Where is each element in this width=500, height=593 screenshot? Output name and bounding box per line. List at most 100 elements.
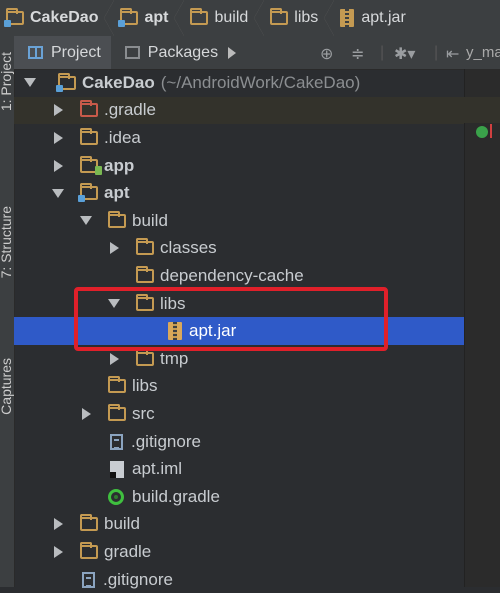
tree-label: apt.iml [132, 459, 183, 479]
tree-row[interactable]: apt [14, 179, 464, 207]
tree-row[interactable]: dependency-cache [14, 262, 464, 290]
breadcrumb-item-build[interactable]: build [184, 0, 265, 36]
project-view-icon [28, 46, 43, 59]
breadcrumb-label: apt.jar [361, 9, 406, 26]
expanded-arrow-icon[interactable] [80, 216, 92, 226]
tree-row[interactable]: build.gradle [14, 483, 464, 511]
tree-label: tmp [160, 348, 189, 368]
tree-label: libs [132, 376, 158, 396]
chevron-right-icon [324, 0, 335, 36]
breadcrumb-item-apt[interactable]: apt [114, 0, 185, 36]
gradle-file-icon [108, 488, 124, 505]
expanded-arrow-icon[interactable] [52, 188, 64, 198]
tree-label: .gradle [104, 100, 156, 120]
module-folder-icon [118, 8, 139, 27]
collapsed-arrow-icon[interactable] [54, 518, 63, 531]
text-file-icon [82, 571, 95, 588]
tree-row[interactable]: .gradle [14, 96, 464, 125]
collapsed-arrow-icon[interactable] [110, 242, 119, 255]
tree-row[interactable]: CakeDao (~/AndroidWork/CakeDao) [14, 69, 464, 97]
tab-captures-toolwindow[interactable]: Captures [0, 358, 14, 415]
tree-row[interactable]: build [14, 207, 464, 235]
folder-icon [270, 8, 289, 25]
tree-row[interactable]: .gitignore [14, 566, 464, 593]
tree-row[interactable]: .gitignore [14, 428, 464, 456]
folder-icon [136, 265, 154, 283]
tree-label: classes [160, 238, 217, 258]
breadcrumb-item-cakedao[interactable]: CakeDao [0, 0, 115, 36]
highlight-callout-box [74, 287, 388, 351]
tree-row[interactable]: app [14, 152, 464, 180]
tree-label: app [104, 155, 135, 175]
tree-label: build [104, 514, 140, 534]
tree-row[interactable]: src [14, 400, 464, 428]
project-panel-header: Project Packages ⊕ ≑ | ✱▾ | ⇤ [14, 36, 464, 70]
breadcrumb-label: apt [144, 9, 169, 26]
tree-label: build.gradle [132, 486, 220, 506]
folder-icon [190, 8, 209, 25]
folder-icon [108, 403, 126, 421]
module-folder-icon [56, 72, 76, 92]
collapsed-arrow-icon[interactable] [54, 131, 63, 144]
breadcrumb-label: CakeDao [30, 9, 99, 26]
tree-label: src [132, 403, 155, 423]
tree-row[interactable]: .idea [14, 124, 464, 152]
folder-icon [80, 514, 98, 532]
tree-row[interactable]: classes [14, 235, 464, 263]
jar-icon [340, 9, 355, 27]
left-tool-strip: 1: Project 7: Structure Captures [0, 36, 15, 587]
tree-row[interactable]: libs [14, 373, 464, 401]
collapsed-arrow-icon[interactable] [54, 545, 63, 558]
scroll-from-source-icon[interactable]: ⊕ [320, 44, 333, 64]
tree-label: .gitignore [131, 431, 201, 451]
folder-icon [108, 210, 126, 228]
collapsed-arrow-icon[interactable] [54, 159, 63, 172]
folder-icon [80, 541, 98, 559]
iml-file-icon [110, 460, 124, 478]
tree-label: gradle [104, 541, 152, 561]
folder-icon [80, 127, 98, 145]
chevron-right-icon [174, 0, 185, 36]
expanded-arrow-icon[interactable] [24, 78, 36, 88]
tab-label: Project [51, 43, 101, 61]
collapsed-arrow-icon[interactable] [82, 407, 91, 420]
tab-project-toolwindow[interactable]: 1: Project [0, 52, 14, 111]
hide-panel-icon[interactable]: ⇤ [446, 44, 459, 64]
module-folder-icon [78, 183, 98, 203]
folder-icon [136, 238, 154, 256]
override-marker-icon[interactable] [490, 124, 492, 138]
run-marker-icon[interactable] [476, 126, 488, 138]
toolbar-divider: | [434, 44, 439, 61]
tree-label: dependency-cache [160, 265, 304, 285]
tree-row[interactable]: apt.iml [14, 455, 464, 483]
gear-icon[interactable]: ✱▾ [394, 44, 415, 64]
tree-row[interactable]: gradle [14, 538, 464, 566]
breadcrumb: CakeDao apt build libs apt.jar [0, 0, 500, 37]
editor-tab[interactable]: y_ma [464, 36, 500, 69]
breadcrumb-label: libs [294, 9, 319, 26]
tab-structure-toolwindow[interactable]: 7: Structure [0, 206, 14, 278]
breadcrumb-item-libs[interactable]: libs [264, 0, 335, 36]
folder-icon [108, 376, 126, 394]
editor-tab-label: y_ma [466, 44, 500, 61]
collapsed-arrow-icon[interactable] [110, 352, 119, 365]
editor-line-highlight [464, 97, 500, 123]
tree-label: .idea [104, 127, 141, 147]
tab-packages[interactable]: Packages [111, 36, 246, 69]
chevron-right-icon [104, 0, 115, 36]
folder-icon [136, 348, 154, 366]
chevron-right-icon [254, 0, 265, 36]
collapse-all-icon[interactable]: ≑ [351, 44, 364, 64]
more-views-arrow-icon[interactable] [228, 46, 237, 59]
excluded-folder-icon [80, 100, 98, 118]
collapsed-arrow-icon[interactable] [54, 104, 63, 117]
tree-label: build [132, 210, 168, 230]
toolbar-divider: | [380, 44, 385, 61]
android-module-folder-icon [80, 155, 102, 175]
tree-row[interactable]: build [14, 511, 464, 539]
breadcrumb-item-apt-jar[interactable]: apt.jar [334, 0, 406, 36]
tree-label: CakeDao [82, 72, 155, 92]
tab-label: Packages [147, 43, 219, 61]
tab-project[interactable]: Project [14, 36, 111, 69]
text-file-icon [110, 433, 123, 450]
